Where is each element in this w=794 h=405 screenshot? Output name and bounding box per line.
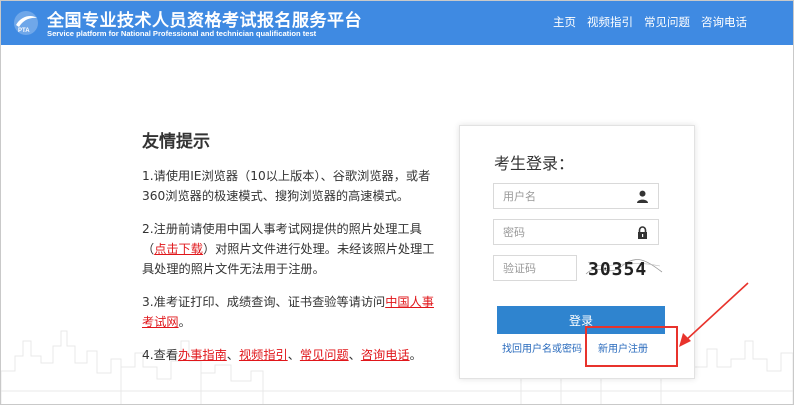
lock-icon <box>638 226 647 239</box>
separator: 、 <box>348 348 361 362</box>
captcha-image[interactable]: 30354 <box>584 254 664 282</box>
page-frame: PTA 全国专业技术人员资格考试报名服务平台 Service platform … <box>0 0 794 405</box>
site-subtitle: Service platform for National Profession… <box>47 29 317 38</box>
tip-4-text-after: 。 <box>409 348 422 362</box>
nav-home[interactable]: 主页 <box>553 14 576 30</box>
password-input[interactable] <box>494 220 639 244</box>
tip-1-text: 1.请使用IE浏览器（10以上版本）、谷歌浏览器，或者360浏览器的极速模式、搜… <box>142 169 431 203</box>
separator: 、 <box>226 348 239 362</box>
contact-link[interactable]: 咨询电话 <box>361 348 410 362</box>
login-title: 考生登录： <box>494 154 575 173</box>
tip-4: 4.查看办事指南、视频指引、常见问题、咨询电话。 <box>142 345 444 365</box>
tip-3: 3.准考证打印、成绩查询、证书查验等请访问中国人事考试网。 <box>142 292 444 332</box>
tip-3-text-after: 。 <box>178 315 191 329</box>
username-field <box>493 183 659 209</box>
site-header: PTA 全国专业技术人员资格考试报名服务平台 Service platform … <box>1 1 793 45</box>
captcha-field <box>493 255 579 281</box>
top-nav: 主页 视频指引 常见问题 咨询电话 <box>553 14 747 30</box>
download-link[interactable]: 点击下载 <box>154 242 203 256</box>
guide-link[interactable]: 办事指南 <box>178 348 227 362</box>
tips-title: 友情提示 <box>142 132 210 152</box>
arrow-annotation <box>679 282 749 347</box>
nav-video-guide[interactable]: 视频指引 <box>587 14 633 30</box>
captcha-code: 30354 <box>588 259 647 280</box>
tip-4-text: 4.查看 <box>142 348 179 362</box>
logo-text: PTA <box>18 28 30 34</box>
password-field <box>493 219 659 245</box>
nav-faq[interactable]: 常见问题 <box>644 14 690 30</box>
video-guide-link[interactable]: 视频指引 <box>239 348 288 362</box>
nav-contact[interactable]: 咨询电话 <box>701 14 747 30</box>
username-input[interactable] <box>494 184 639 208</box>
tips-panel: 友情提示 1.请使用IE浏览器（10以上版本）、谷歌浏览器，或者360浏览器的极… <box>142 127 444 378</box>
tip-2: 2.注册前请使用中国人事考试网提供的照片处理工具（点击下载）对照片文件进行处理。… <box>142 219 444 279</box>
separator: 、 <box>287 348 300 362</box>
logo-icon: PTA <box>14 11 38 35</box>
faq-link[interactable]: 常见问题 <box>300 348 349 362</box>
user-icon <box>637 190 648 203</box>
recover-account-link[interactable]: 找回用户名或密码 <box>502 340 582 355</box>
captcha-input[interactable] <box>494 256 579 280</box>
tip-3-text: 3.准考证打印、成绩查询、证书查验等请访问 <box>142 295 386 309</box>
site-title: 全国专业技术人员资格考试报名服务平台 <box>47 11 362 31</box>
tip-1: 1.请使用IE浏览器（10以上版本）、谷歌浏览器，或者360浏览器的极速模式、搜… <box>142 166 444 206</box>
